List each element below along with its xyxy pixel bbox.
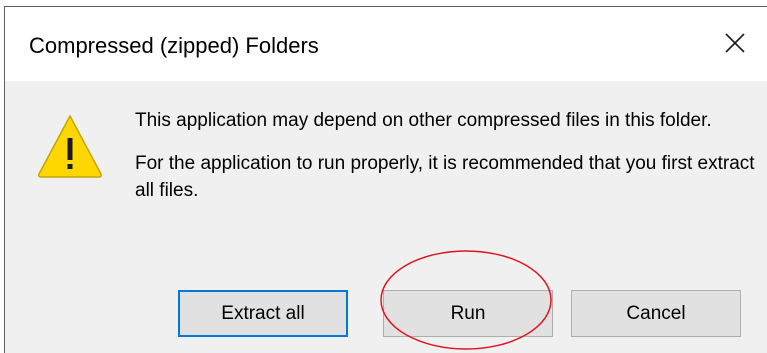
cancel-button[interactable]: Cancel bbox=[571, 290, 741, 337]
close-button[interactable] bbox=[705, 19, 765, 67]
run-button[interactable]: Run bbox=[383, 290, 553, 337]
dialog-window: Compressed (zipped) Folders This applica… bbox=[4, 6, 767, 353]
title-bar: Compressed (zipped) Folders bbox=[5, 7, 767, 81]
dialog-title: Compressed (zipped) Folders bbox=[29, 33, 319, 58]
close-icon bbox=[725, 33, 745, 53]
extract-all-button[interactable]: Extract all bbox=[178, 290, 348, 337]
message-paragraph: For the application to run properly, it … bbox=[135, 153, 755, 201]
message-paragraph: This application may depend on other com… bbox=[135, 110, 712, 131]
message-text: This application may depend on other com… bbox=[135, 107, 765, 220]
warning-icon bbox=[38, 115, 102, 178]
screen: Compressed (zipped) Folders This applica… bbox=[0, 0, 767, 353]
